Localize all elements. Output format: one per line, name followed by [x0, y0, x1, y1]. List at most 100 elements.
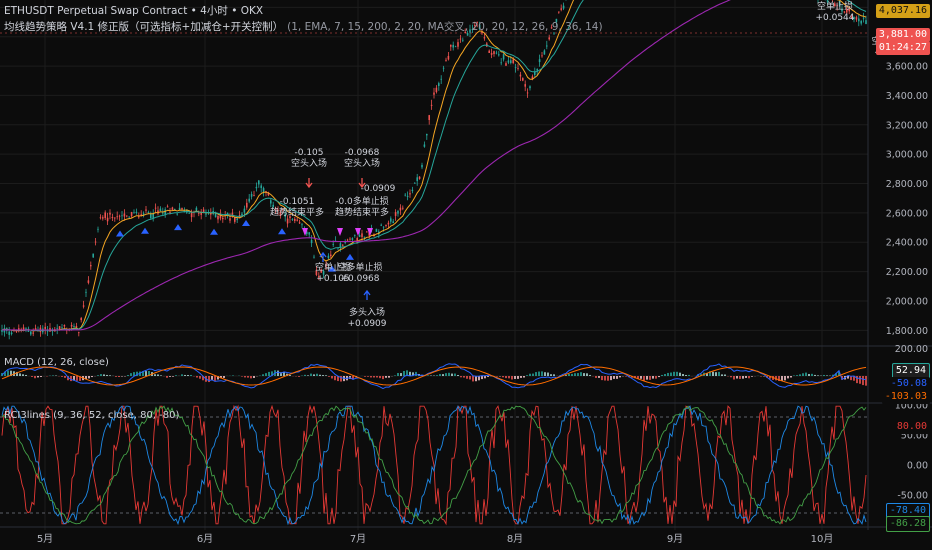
macd-histogram-bar: [565, 375, 567, 376]
candle-body: [126, 215, 128, 217]
candle-body: [375, 228, 378, 232]
candle-body: [426, 133, 428, 136]
candle-body: [354, 234, 356, 236]
trade-annotation: -0.0968: [345, 148, 380, 158]
macd-histogram-bar: [532, 373, 534, 376]
macd-histogram-bar: [469, 376, 471, 380]
candle-body: [404, 194, 406, 196]
candle-body: [313, 256, 315, 258]
candle-body: [44, 326, 46, 330]
macd-histogram-bar: [676, 371, 678, 376]
candle-body: [543, 50, 546, 55]
candle-body: [502, 54, 505, 60]
macd-histogram-bar: [550, 374, 552, 376]
candle-body: [166, 206, 169, 208]
macd-histogram-bar: [823, 374, 825, 376]
candle-body: [145, 209, 147, 211]
macd-histogram-bar: [388, 376, 390, 378]
candle-body: [447, 55, 450, 60]
candle-body: [529, 86, 531, 89]
macd-histogram-bar: [496, 376, 498, 377]
candle-body: [102, 217, 104, 219]
macd-histogram-bar: [685, 374, 687, 376]
macd-histogram-bar: [436, 375, 438, 376]
candle-body: [500, 62, 502, 64]
candle-body: [409, 193, 411, 195]
price-axis-label: 3,600.00: [886, 62, 928, 73]
macd-histogram-bar: [505, 376, 507, 379]
macd-histogram-bar: [103, 374, 105, 376]
background: [0, 0, 932, 550]
candle-body: [558, 11, 560, 13]
candle-body: [452, 44, 454, 48]
macd-histogram-bar: [682, 374, 684, 376]
last-price-tag: 3,881.00: [875, 28, 930, 42]
candle-body: [253, 195, 255, 197]
macd-histogram-bar: [157, 374, 159, 376]
high-price-tag: 4,037.16: [875, 4, 930, 18]
macd-histogram-bar: [232, 375, 234, 376]
candle-body: [61, 327, 63, 329]
candle-body: [507, 60, 510, 63]
price-axis-label: 3,400.00: [886, 91, 928, 102]
candle-body: [488, 50, 490, 53]
macd-histogram-bar: [796, 375, 798, 376]
candle-body: [399, 207, 402, 211]
macd-histogram-bar: [22, 374, 24, 376]
candle-body: [435, 87, 438, 93]
time-axis-label: 10月: [811, 533, 834, 545]
candle-body: [73, 325, 75, 327]
macd-histogram-bar: [508, 376, 510, 379]
macd-histogram-bar: [811, 373, 813, 376]
macd-histogram-bar: [646, 376, 648, 380]
macd-histogram-bar: [616, 376, 618, 379]
macd-histogram-bar: [481, 376, 483, 380]
candle-body: [351, 238, 354, 240]
candle-body: [526, 92, 529, 94]
candle-body: [330, 254, 332, 257]
candle-body: [308, 232, 310, 235]
candle-body: [82, 305, 85, 307]
candle-body: [99, 217, 102, 219]
candle-body: [246, 202, 248, 208]
candle-body: [294, 219, 296, 221]
candle-body: [262, 188, 265, 192]
macd-histogram-bar: [724, 374, 726, 376]
macd-histogram-bar: [118, 376, 120, 377]
macd-histogram-bar: [688, 374, 690, 376]
candle-body: [176, 213, 178, 215]
macd-histogram-bar: [166, 376, 168, 378]
macd-histogram-bar: [334, 376, 336, 381]
macd-histogram-bar: [526, 375, 528, 376]
trade-annotation: -0.1051: [280, 197, 315, 207]
macd-histogram-bar: [19, 373, 21, 376]
macd-histogram-bar: [370, 376, 372, 378]
candle-body: [217, 215, 219, 220]
candle-body: [56, 328, 58, 330]
candle-body: [198, 212, 200, 214]
macd-histogram-bar: [745, 376, 747, 378]
strategy-title[interactable]: 均线趋势策略 V4.1 修正版（可选指标+加减仓+开关控制） (1, EMA, 7…: [4, 19, 603, 34]
candle-body: [243, 208, 246, 213]
macd-histogram-bar: [859, 376, 861, 384]
candle-body: [392, 221, 394, 224]
candle-body: [865, 20, 867, 25]
macd-title[interactable]: MACD (12, 26, close): [4, 357, 109, 368]
macd-histogram-bar: [199, 376, 201, 379]
trade-annotation-sub: 趋势结束平多: [270, 206, 324, 218]
macd-line-tag: -50.08: [887, 377, 930, 391]
macd-histogram-bar: [598, 376, 600, 378]
macd-histogram-bar: [400, 373, 402, 376]
trade-annotation: -0.0909: [361, 184, 396, 194]
chart-canvas[interactable]: 4,000.003,800.003,600.003,400.003,200.00…: [0, 0, 932, 550]
candle-body: [428, 115, 430, 121]
macd-histogram-bar: [328, 376, 330, 377]
macd-histogram-bar: [463, 376, 465, 378]
rci-title[interactable]: RCI3lines (9, 36, 52, close, 80, -80): [4, 410, 179, 421]
candle-body: [418, 176, 421, 179]
candle-body: [356, 237, 358, 243]
macd-histogram-bar: [544, 372, 546, 376]
symbol-title[interactable]: ETHUSDT Perpetual Swap Contract • 4小时 • …: [4, 3, 263, 18]
candle-body: [858, 18, 860, 22]
candle-body: [286, 218, 289, 224]
